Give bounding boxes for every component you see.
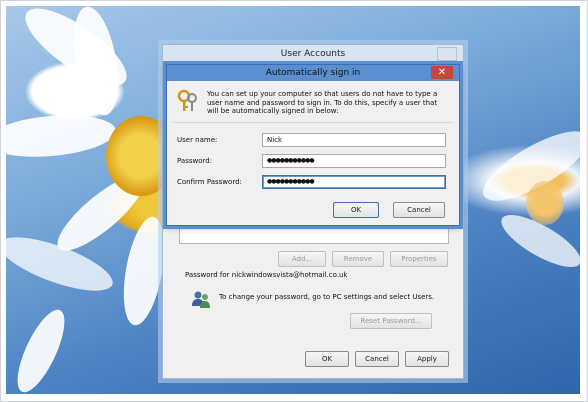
username-label: User name: — [177, 136, 218, 144]
auto-signin-description: You can set up your computer so that use… — [207, 90, 438, 115]
confirm-password-label: Confirm Password: — [177, 178, 242, 186]
password-hint: To change your password, go to PC settin… — [219, 293, 435, 301]
auto-signin-title: Automatically sign in — [265, 68, 361, 78]
flower-petal — [6, 110, 118, 162]
user-accounts-titlebar: User Accounts — [163, 45, 463, 63]
outer-cancel-button[interactable]: Cancel — [355, 351, 399, 367]
form-divider — [173, 122, 453, 123]
add-button[interactable]: Add... — [278, 251, 326, 267]
password-label: Password: — [177, 157, 213, 165]
keys-icon — [177, 89, 199, 113]
password-section-label: Password for nickwindowsvista@hotmail.co… — [185, 271, 348, 279]
confirm-password-field[interactable]: ●●●●●●●●●●● — [262, 175, 446, 189]
auto-signin-titlebar: Automatically sign in ✕ — [167, 65, 459, 81]
flower-petal — [66, 6, 126, 119]
remove-button[interactable]: Remove — [332, 251, 384, 267]
users-list[interactable] — [179, 228, 449, 244]
users-icon — [191, 289, 211, 309]
dialog-cancel-button[interactable]: Cancel — [393, 202, 445, 218]
flower-center — [526, 181, 564, 225]
dialog-ok-button[interactable]: OK — [333, 202, 379, 218]
password-field[interactable]: ●●●●●●●●●●● — [262, 154, 446, 168]
properties-button[interactable]: Properties — [390, 251, 448, 267]
user-accounts-title: User Accounts — [280, 49, 346, 59]
reset-password-button[interactable]: Reset Password... — [350, 313, 432, 329]
outer-ok-button[interactable]: OK — [305, 351, 349, 367]
flower-petal — [8, 303, 74, 394]
apply-button[interactable]: Apply — [405, 351, 449, 367]
close-icon[interactable] — [437, 47, 457, 61]
username-field[interactable]: Nick — [262, 133, 446, 147]
auto-signin-dialog: Automatically sign in ✕ You can set up y… — [166, 64, 460, 226]
close-icon[interactable]: ✕ — [431, 66, 453, 79]
